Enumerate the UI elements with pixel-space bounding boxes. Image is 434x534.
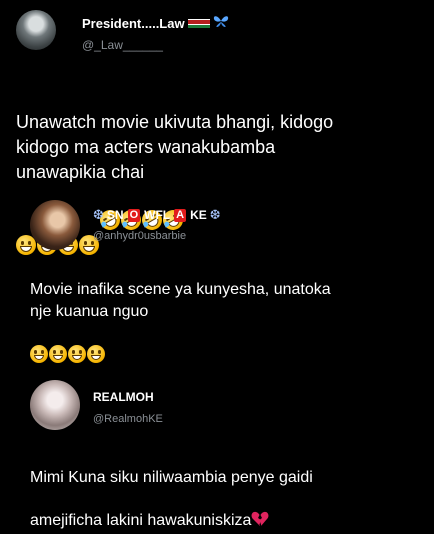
display-name-part-boxed: A	[174, 208, 187, 222]
grinning-sweat-emoji-icon	[87, 345, 105, 363]
avatar[interactable]	[16, 10, 56, 50]
grinning-sweat-emoji-icon	[30, 345, 48, 363]
snowflake-icon: ❆	[209, 207, 221, 222]
tweet-text-content: Movie inafika scene ya kunyesha, unatoka…	[30, 281, 331, 320]
tweet-text: Mimi Kuna siku niliwaambia penye gaidi a…	[30, 445, 426, 534]
handle[interactable]: @RealmohKE	[93, 413, 163, 425]
screenshot-root: { "tweet1": { "name": "President.....Law…	[0, 0, 434, 529]
flag-icon	[187, 15, 210, 31]
butterfly-icon	[213, 15, 229, 31]
display-name-part: SN	[106, 208, 124, 222]
broken-heart-icon	[251, 489, 269, 534]
grinning-sweat-emoji-icon	[68, 345, 86, 363]
display-name-part: KE	[190, 208, 207, 222]
display-name[interactable]: ❆ SN O WFL A KE ❆	[93, 207, 221, 223]
handle[interactable]: @anhydr0usbarbie	[93, 230, 186, 242]
avatar[interactable]	[30, 380, 80, 430]
display-name-part-boxed: O	[127, 208, 141, 222]
tweet-text-content: Unawatch movie ukivuta bhangi, kidogo ki…	[16, 112, 334, 182]
tweet-3[interactable]: REALMOH @RealmohKE Mimi Kuna siku niliwa…	[0, 370, 434, 529]
display-name-part: WFL	[144, 208, 171, 222]
display-name[interactable]: REALMOH	[93, 390, 154, 404]
snowflake-icon: ❆	[93, 207, 104, 222]
handle[interactable]: @_Law______	[82, 38, 163, 52]
display-name[interactable]: President.....Law	[82, 15, 229, 31]
tweet-2[interactable]: ❆ SN O WFL A KE ❆ @anhydr0usbarbie Movie…	[0, 185, 434, 363]
display-name-text: REALMOH	[93, 390, 154, 404]
tweet-1[interactable]: President.....Law @_Law______ Unawatch m…	[0, 0, 434, 255]
avatar[interactable]	[30, 200, 80, 250]
tweet-text-content: Mimi Kuna siku niliwaambia penye gaidi a…	[30, 469, 313, 529]
grinning-sweat-emoji-icon	[49, 345, 67, 363]
display-name-text: President.....Law	[82, 15, 185, 31]
